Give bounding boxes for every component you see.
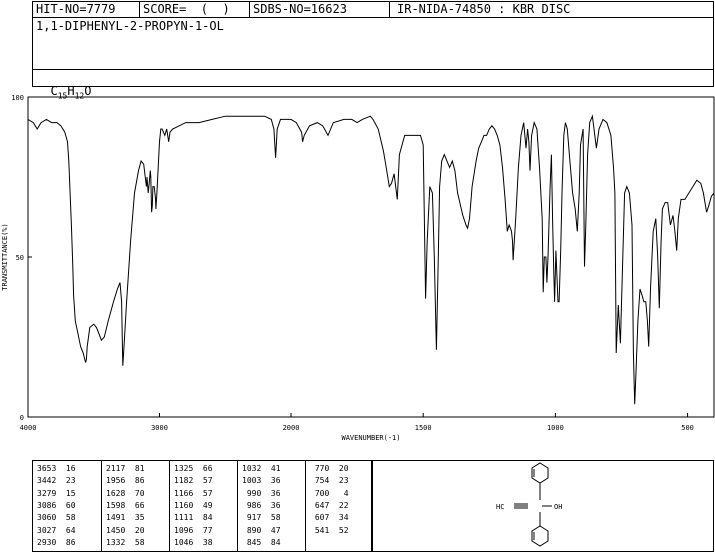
hydroxyl-label: OH (554, 503, 562, 511)
y-tick-label: 100 (11, 94, 24, 102)
peak-entry: 1598 66 (106, 500, 145, 510)
peak-entry: 2930 86 (37, 537, 76, 547)
x-tick-label: 1500 (415, 424, 432, 432)
x-tick-label: 500 (681, 424, 694, 432)
y-axis-label: TRANSMITTANCE(%) (1, 223, 9, 290)
peak-entry: 1182 57 (174, 476, 213, 486)
x-tick-label: 1000 (547, 424, 564, 432)
peak-entry: 700 4 (310, 488, 349, 498)
ir-spectrum-chart: 4000 3000 2000 1500 1000 500100500 WAVENUMBER… (1, 94, 715, 442)
peak-col-sep-4 (305, 460, 306, 552)
peak-entry: 1096 77 (174, 525, 213, 535)
x-tick-label: 4000 (20, 424, 37, 432)
peak-col-sep-3 (237, 460, 238, 552)
peak-entry: 1160 49 (174, 500, 213, 510)
peak-entry: 3060 58 (37, 513, 76, 523)
y-tick-label: 50 (16, 254, 24, 262)
x-tick-label: 2000 (283, 424, 300, 432)
peak-entry: 607 34 (310, 513, 349, 523)
peak-entry: 1032 41 (242, 464, 281, 473)
peak-entry: 3442 23 (37, 476, 76, 486)
peak-entry: 3027 64 (37, 525, 76, 535)
peak-entry: 3086 60 (37, 500, 76, 510)
peak-entry: 770 20 (310, 464, 349, 473)
peak-entry: 1166 57 (174, 488, 213, 498)
peak-entry: 1325 66 (174, 464, 213, 473)
peak-entry: 986 36 (242, 500, 281, 510)
peak-entry: 890 47 (242, 525, 281, 535)
ethynyl-label: HC (496, 503, 504, 511)
plot-frame (27, 96, 715, 418)
x-axis-label: WAVENUMBER(-1) (341, 434, 400, 442)
peak-entry: 845 84 (242, 537, 281, 547)
peak-entry: 2117 81 (106, 464, 145, 473)
peak-col-sep-2 (169, 460, 170, 552)
peak-entry: 541 52 (310, 525, 349, 535)
spectrum-line (27, 114, 715, 405)
y-tick-label: 0 (20, 414, 24, 422)
peak-entry: 3653 16 (37, 464, 76, 473)
chemical-structure: HC OH (496, 462, 562, 547)
peak-entry: 1332 58 (106, 537, 145, 547)
peak-entry: 1956 86 (106, 476, 145, 486)
peak-entry: 1003 36 (242, 476, 281, 486)
peak-entry: 1450 20 (106, 525, 145, 535)
axis-ticks: 4000 3000 2000 1500 1000 500100500 (11, 94, 694, 432)
peak-entry: 647 22 (310, 500, 349, 510)
peak-entry: 917 58 (242, 513, 281, 523)
peak-entry: 1046 38 (174, 537, 213, 547)
peak-entry: 1111 84 (174, 513, 213, 523)
peak-entry: 1628 70 (106, 488, 145, 498)
peak-entry: 754 23 (310, 476, 349, 486)
peak-entry: 1491 35 (106, 513, 145, 523)
peak-entry: 990 36 (242, 488, 281, 498)
x-tick-label: 3000 (151, 424, 168, 432)
peak-entry: 3279 15 (37, 488, 76, 498)
peak-col-sep-1 (101, 460, 102, 552)
